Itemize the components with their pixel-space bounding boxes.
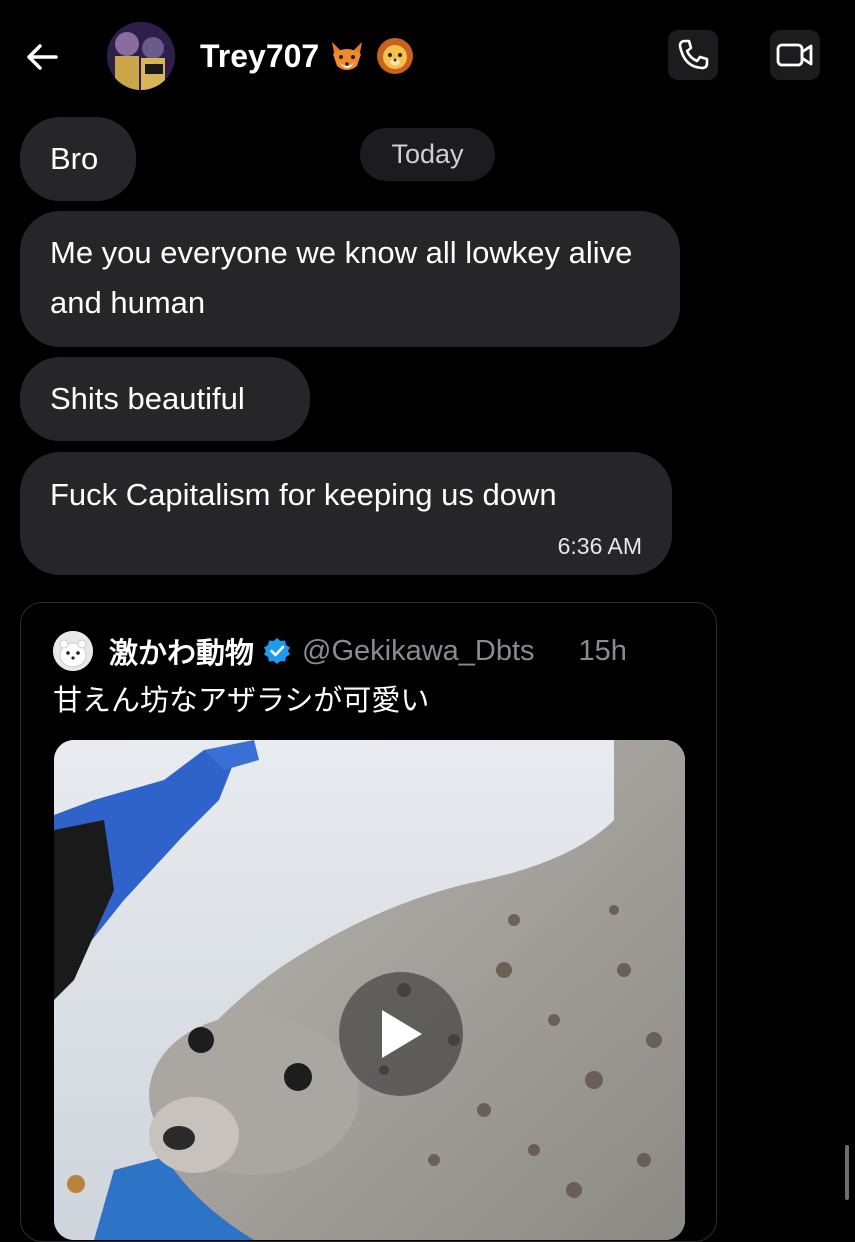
post-text: 甘えん坊なアザラシが可愛い bbox=[53, 685, 430, 717]
post-author-name: 激かわ動物 bbox=[109, 638, 255, 670]
lion-emoji-icon bbox=[377, 38, 414, 74]
post-author-handle: @Gekikawa_Dbts bbox=[302, 634, 535, 667]
back-arrow-icon bbox=[27, 44, 58, 70]
message-bubble[interactable]: Bro bbox=[20, 117, 136, 201]
play-button[interactable] bbox=[339, 972, 463, 1096]
fox-emoji-icon bbox=[332, 42, 363, 70]
message-text: Bro bbox=[50, 141, 99, 176]
post-age: 15h bbox=[578, 634, 627, 667]
message-bubble[interactable]: Shits beautiful bbox=[20, 357, 310, 441]
video-camera-icon bbox=[776, 43, 813, 67]
play-icon bbox=[382, 1010, 422, 1058]
shared-post-card[interactable]: 激かわ動物 @Gekikawa_Dbts 15h 甘えん坊なアザラシが可愛い bbox=[20, 602, 717, 1242]
message-text: Shits beautiful bbox=[50, 381, 245, 416]
message-bubble[interactable]: Fuck Capitalism for keeping us down 6:36… bbox=[20, 452, 672, 575]
message-text: Fuck Capitalism for keeping us down bbox=[50, 477, 557, 512]
date-separator: Today bbox=[360, 128, 495, 181]
phone-icon bbox=[678, 39, 709, 70]
message-bubble[interactable]: Me you everyone we know all lowkey alive… bbox=[20, 211, 680, 347]
back-button[interactable] bbox=[20, 35, 64, 79]
post-author-avatar bbox=[53, 631, 93, 671]
verified-badge-icon bbox=[264, 638, 291, 664]
chat-header: Trey707 bbox=[0, 0, 855, 115]
contact-avatar[interactable] bbox=[107, 22, 175, 90]
post-video-thumbnail[interactable] bbox=[54, 740, 685, 1240]
call-button[interactable] bbox=[668, 30, 718, 80]
video-call-button[interactable] bbox=[770, 30, 820, 80]
contact-name-label: Trey707 bbox=[200, 37, 320, 74]
contact-name[interactable]: Trey707 bbox=[200, 36, 415, 76]
post-header: 激かわ動物 @Gekikawa_Dbts 15h bbox=[53, 629, 627, 673]
message-timestamp: 6:36 AM bbox=[557, 533, 642, 559]
message-text: Me you everyone we know all lowkey alive… bbox=[50, 235, 633, 320]
scrollbar[interactable] bbox=[845, 1145, 849, 1200]
